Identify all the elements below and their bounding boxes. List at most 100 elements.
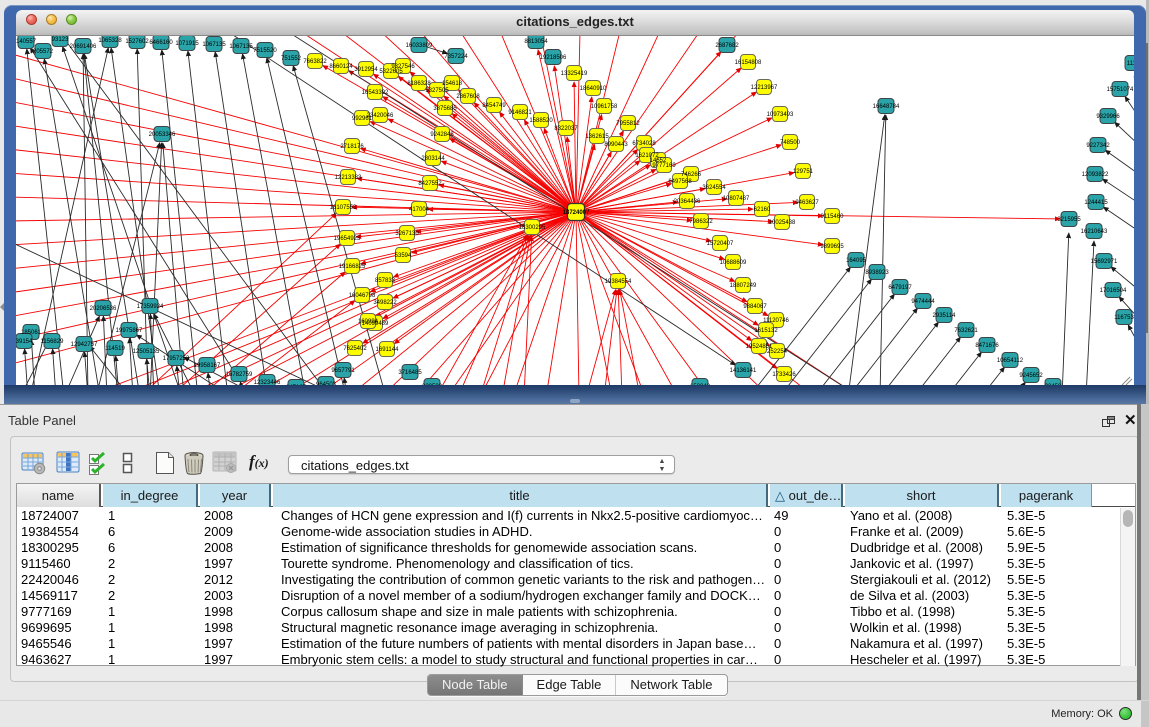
svg-text:6466160: 6466160 bbox=[149, 40, 173, 46]
svg-text:9242848: 9242848 bbox=[430, 132, 454, 138]
svg-text:1156829: 1156829 bbox=[41, 339, 65, 345]
svg-text:12942757: 12942757 bbox=[71, 342, 98, 348]
svg-text:1244415: 1244415 bbox=[1084, 200, 1108, 206]
svg-text:16210643: 16210643 bbox=[1081, 229, 1108, 235]
svg-text:1733426: 1733426 bbox=[772, 372, 796, 378]
svg-text:3716485: 3716485 bbox=[398, 370, 422, 376]
svg-text:17957253: 17957253 bbox=[163, 356, 190, 362]
svg-text:3215955: 3215955 bbox=[1057, 217, 1081, 223]
svg-text:9474444: 9474444 bbox=[911, 299, 935, 305]
svg-text:19384554: 19384554 bbox=[605, 279, 632, 285]
svg-text:8186328: 8186328 bbox=[407, 81, 431, 87]
svg-text:1527602: 1527602 bbox=[125, 39, 149, 45]
svg-text:16046798: 16046798 bbox=[349, 293, 376, 299]
svg-text:15720407: 15720407 bbox=[707, 241, 734, 247]
svg-text:17359924: 17359924 bbox=[137, 304, 164, 310]
svg-text:19166825: 19166825 bbox=[339, 264, 366, 270]
svg-text:185061: 185061 bbox=[21, 330, 42, 336]
svg-text:114519: 114519 bbox=[105, 346, 125, 352]
svg-text:11120746: 11120746 bbox=[763, 318, 789, 324]
svg-text:13325419: 13325419 bbox=[561, 71, 588, 77]
svg-text:15751074: 15751074 bbox=[1107, 87, 1134, 93]
svg-text:748500: 748500 bbox=[780, 140, 801, 146]
svg-text:7632621: 7632621 bbox=[954, 328, 978, 334]
svg-text:16782759: 16782759 bbox=[226, 372, 253, 378]
svg-text:8427552: 8427552 bbox=[418, 181, 442, 187]
svg-text:417004: 417004 bbox=[409, 207, 430, 213]
svg-text:1691144: 1691144 bbox=[376, 347, 400, 353]
svg-text:3624554: 3624554 bbox=[702, 185, 726, 191]
svg-text:10961758: 10961758 bbox=[591, 104, 618, 110]
svg-text:7357224: 7357224 bbox=[444, 54, 468, 60]
svg-text:1067135: 1067135 bbox=[202, 42, 226, 48]
svg-text:140557: 140557 bbox=[16, 39, 37, 45]
svg-text:10025438: 10025438 bbox=[769, 220, 796, 226]
svg-text:3267130: 3267130 bbox=[395, 231, 419, 237]
svg-text:9227342: 9227342 bbox=[1086, 143, 1110, 149]
svg-text:16033809: 16033809 bbox=[406, 43, 433, 49]
svg-text:751552: 751552 bbox=[281, 56, 302, 62]
svg-text:8471676: 8471676 bbox=[975, 343, 999, 349]
svg-text:7625402: 7625402 bbox=[343, 346, 367, 352]
svg-text:2803144: 2803144 bbox=[421, 156, 445, 162]
svg-text:20053346: 20053346 bbox=[149, 132, 176, 138]
svg-text:14136141: 14136141 bbox=[730, 368, 757, 374]
svg-text:1067135: 1067135 bbox=[229, 44, 253, 50]
svg-text:1588520: 1588520 bbox=[529, 118, 553, 124]
svg-text:1071915: 1071915 bbox=[175, 41, 199, 47]
svg-text:1112: 1112 bbox=[1127, 61, 1134, 67]
svg-text:9777169: 9777169 bbox=[652, 163, 676, 169]
svg-text:1615132: 1615132 bbox=[754, 328, 778, 334]
svg-text:10807487: 10807487 bbox=[723, 196, 750, 202]
svg-text:992961: 992961 bbox=[352, 116, 373, 122]
svg-text:8322037: 8322037 bbox=[554, 126, 578, 132]
svg-text:2718176: 2718176 bbox=[340, 144, 364, 150]
svg-text:62160: 62160 bbox=[754, 207, 771, 213]
svg-text:9463627: 9463627 bbox=[795, 200, 819, 206]
svg-text:8938923: 8938923 bbox=[865, 270, 889, 276]
svg-text:18300295: 18300295 bbox=[519, 225, 546, 231]
svg-text:9329966: 9329966 bbox=[1096, 114, 1120, 120]
svg-text:12213967: 12213967 bbox=[751, 85, 778, 91]
svg-text:9327505: 9327505 bbox=[425, 88, 449, 94]
svg-text:10973493: 10973493 bbox=[767, 112, 794, 118]
svg-text:3875685: 3875685 bbox=[433, 106, 457, 112]
svg-text:6734028: 6734028 bbox=[632, 141, 656, 147]
svg-text:93123: 93123 bbox=[52, 37, 69, 43]
svg-text:19975867: 19975867 bbox=[116, 328, 143, 334]
svg-text:129751: 129751 bbox=[793, 169, 814, 175]
svg-text:7515520: 7515520 bbox=[253, 48, 277, 54]
svg-text:18640910: 18640910 bbox=[580, 86, 607, 92]
svg-text:18807249: 18807249 bbox=[730, 283, 757, 289]
svg-text:16107553: 16107553 bbox=[330, 205, 357, 211]
svg-text:7663822: 7663822 bbox=[303, 59, 327, 65]
svg-text:3912954: 3912954 bbox=[354, 67, 378, 73]
svg-text:164095: 164095 bbox=[846, 258, 867, 264]
svg-text:12093822: 12093822 bbox=[1082, 172, 1109, 178]
svg-text:9146821: 9146821 bbox=[508, 110, 532, 116]
svg-text:116753: 116753 bbox=[1114, 315, 1134, 321]
svg-text:6497568: 6497568 bbox=[668, 179, 692, 185]
svg-text:8660124: 8660124 bbox=[329, 64, 353, 70]
svg-text:7986322: 7986322 bbox=[689, 219, 713, 225]
svg-text:160994: 160994 bbox=[358, 319, 379, 325]
svg-text:19958167: 19958167 bbox=[194, 363, 221, 369]
svg-text:19218506: 19218506 bbox=[540, 55, 567, 61]
svg-text:8990443: 8990443 bbox=[604, 142, 628, 148]
svg-text:16154808: 16154808 bbox=[735, 60, 762, 66]
svg-text:9327546: 9327546 bbox=[391, 64, 415, 70]
svg-text:9884067: 9884067 bbox=[743, 304, 767, 310]
svg-text:17016504: 17016504 bbox=[1100, 288, 1127, 294]
svg-text:10688609: 10688609 bbox=[720, 260, 747, 266]
svg-text:3498222: 3498222 bbox=[373, 300, 397, 306]
svg-text:10654112: 10654112 bbox=[997, 358, 1024, 364]
svg-text:53594: 53594 bbox=[395, 253, 412, 259]
svg-text:9657791: 9657791 bbox=[331, 368, 355, 374]
svg-text:9115460: 9115460 bbox=[821, 214, 845, 220]
svg-text:18724007: 18724007 bbox=[563, 210, 590, 216]
svg-text:2867608: 2867608 bbox=[456, 94, 480, 100]
svg-text:2687682: 2687682 bbox=[715, 43, 739, 49]
svg-text:9899695: 9899695 bbox=[820, 244, 844, 250]
svg-text:20364436: 20364436 bbox=[674, 199, 701, 205]
svg-text:2935114: 2935114 bbox=[933, 313, 957, 319]
